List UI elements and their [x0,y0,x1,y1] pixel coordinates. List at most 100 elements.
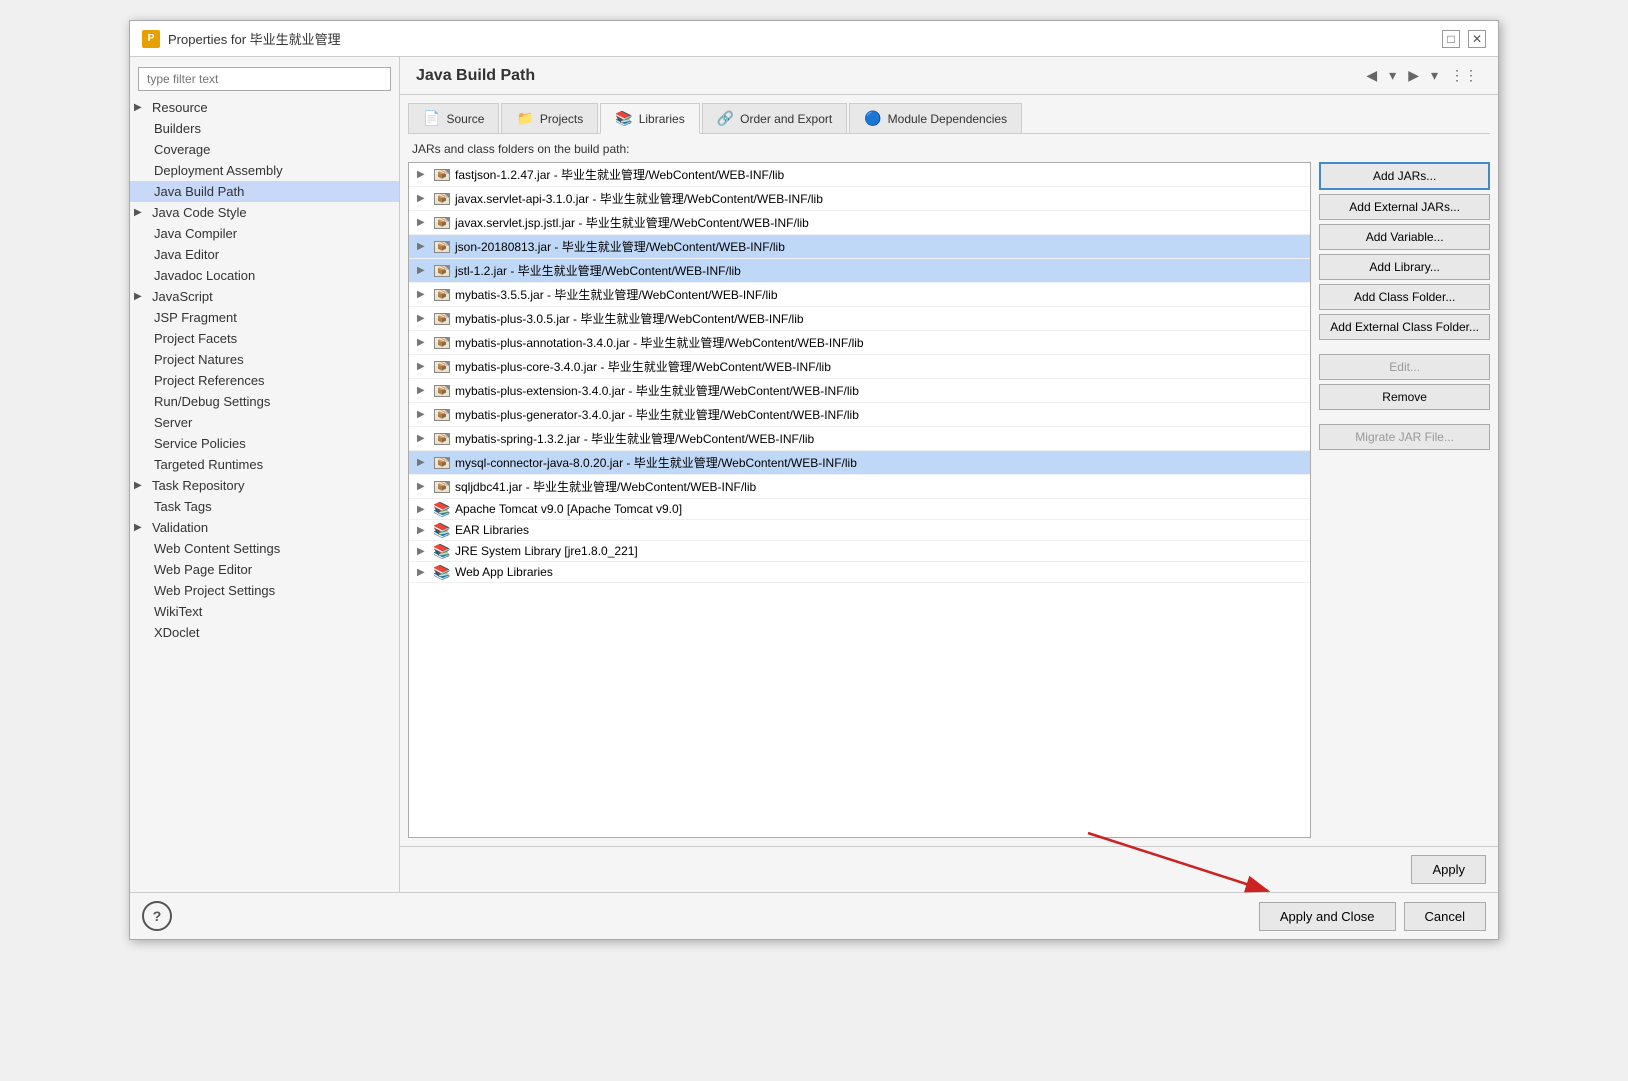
tab-module-dependencies[interactable]: 🔵 Module Dependencies [849,103,1022,133]
jar-list-item[interactable]: ▶📚Web App Libraries [409,562,1310,583]
jar-list-item[interactable]: ▶📦mysql-connector-java-8.0.20.jar - 毕业生就… [409,451,1310,475]
jar-item-label: jstl-1.2.jar - 毕业生就业管理/WebContent/WEB-IN… [455,262,741,279]
add-class-folder-button[interactable]: Add Class Folder... [1319,284,1490,310]
sidebar-item-label: Run/Debug Settings [154,394,270,409]
apply-button[interactable]: Apply [1411,855,1486,884]
jar-icon: 📦 [433,456,451,470]
jar-list-item[interactable]: ▶📦jstl-1.2.jar - 毕业生就业管理/WebContent/WEB-… [409,259,1310,283]
jar-list-item[interactable]: ▶📦mybatis-plus-extension-3.4.0.jar - 毕业生… [409,379,1310,403]
jar-list-item[interactable]: ▶📦json-20180813.jar - 毕业生就业管理/WebContent… [409,235,1310,259]
jar-list-item[interactable]: ▶📚JRE System Library [jre1.8.0_221] [409,541,1310,562]
sidebar-item-label: Java Editor [154,247,219,262]
close-button[interactable]: ✕ [1468,30,1486,48]
jar-list-item[interactable]: ▶📚Apache Tomcat v9.0 [Apache Tomcat v9.0… [409,499,1310,520]
sidebar-item-label: Java Compiler [154,226,237,241]
jar-list-item[interactable]: ▶📦mybatis-plus-3.0.5.jar - 毕业生就业管理/WebCo… [409,307,1310,331]
migrate-jar-file-button[interactable]: Migrate JAR File... [1319,424,1490,450]
jar-item-label: javax.servlet-api-3.1.0.jar - 毕业生就业管理/We… [455,190,823,207]
sidebar-item-web-content-settings[interactable]: Web Content Settings [130,538,399,559]
sidebar-item-javadoc-location[interactable]: Javadoc Location [130,265,399,286]
nav-back-button[interactable]: ◀ [1362,65,1381,86]
sidebar-item-builders[interactable]: Builders [130,118,399,139]
jar-list-item[interactable]: ▶📦fastjson-1.2.47.jar - 毕业生就业管理/WebConte… [409,163,1310,187]
sidebar-item-xdoclet[interactable]: XDoclet [130,622,399,643]
expand-arrow: ▶ [417,313,429,324]
jar-list[interactable]: ▶ 📦 fastjson-1.2.47.jar - 毕业生就业管理/WebConte… [408,162,1311,838]
sidebar-item-wikitext[interactable]: WikiText [130,601,399,622]
tab-source[interactable]: 📄 Source [408,103,499,133]
help-button[interactable]: ? [142,901,172,931]
right-buttons-panel: Add JARs... Add External JARs... Add Var… [1319,162,1490,838]
sidebar-item-validation[interactable]: ▶ Validation [130,517,399,538]
sidebar-item-java-code-style[interactable]: ▶ Java Code Style [130,202,399,223]
sidebar-item-run-debug-settings[interactable]: Run/Debug Settings [130,391,399,412]
jar-icon: 📦 [433,432,451,446]
jar-list-item[interactable]: ▶📦sqljdbc41.jar - 毕业生就业管理/WebContent/WEB… [409,475,1310,499]
apply-and-close-button[interactable]: Apply and Close [1259,902,1396,931]
sidebar-item-web-project-settings[interactable]: Web Project Settings [130,580,399,601]
panel-header: Java Build Path ◀ ▾ ▶ ▾ ⋮⋮ [400,57,1498,95]
sidebar-item-jsp-fragment[interactable]: JSP Fragment [130,307,399,328]
jar-list-item[interactable]: ▶ 📦 mybatis-3.5.5.jar - 毕业生就业管理/WebContent… [409,283,1310,307]
sidebar-item-label: Javadoc Location [154,268,255,283]
expand-arrow: ▶ [417,337,429,348]
sidebar-item-label: Server [154,415,192,430]
tab-libraries[interactable]: 📚 Libraries [600,103,699,134]
jar-item-label: javax.servlet.jsp.jstl.jar - 毕业生就业管理/Web… [455,214,809,231]
tabs-bar: 📄 Source 📁 Projects 📚 Libraries 🔗 Order … [408,103,1490,134]
sidebar-item-service-policies[interactable]: Service Policies [130,433,399,454]
sidebar-item-coverage[interactable]: Coverage [130,139,399,160]
expand-arrow: ▶ [417,289,429,300]
jar-list-item[interactable]: ▶📦mybatis-spring-1.3.2.jar - 毕业生就业管理/Web… [409,427,1310,451]
sidebar-item-targeted-runtimes[interactable]: Targeted Runtimes [130,454,399,475]
remove-button[interactable]: Remove [1319,384,1490,410]
sidebar-item-task-repository[interactable]: ▶ Task Repository [130,475,399,496]
jar-item-label: mybatis-3.5.5.jar - 毕业生就业管理/WebContent/W… [455,286,778,303]
jar-icon: 📦 [433,408,451,422]
add-jars-button[interactable]: Add JARs... [1319,162,1490,190]
jar-item-label: mybatis-plus-generator-3.4.0.jar - 毕业生就业… [455,406,859,423]
sidebar-item-resource[interactable]: ▶ Resource [130,97,399,118]
jar-item-label: fastjson-1.2.47.jar - 毕业生就业管理/WebContent… [455,166,784,183]
nav-menu-button[interactable]: ⋮⋮ [1446,65,1482,86]
expand-arrow: ▶ [417,193,429,204]
sidebar-item-server[interactable]: Server [130,412,399,433]
jar-icon: 📦 [433,288,451,302]
sidebar-item-java-compiler[interactable]: Java Compiler [130,223,399,244]
nav-forward-button[interactable]: ▶ [1404,65,1423,86]
add-external-jars-button[interactable]: Add External JARs... [1319,194,1490,220]
expand-arrow: ▶ [417,525,429,536]
edit-button[interactable]: Edit... [1319,354,1490,380]
jar-list-item[interactable]: ▶📦javax.servlet.jsp.jstl.jar - 毕业生就业管理/W… [409,211,1310,235]
sidebar-item-project-references[interactable]: Project References [130,370,399,391]
add-variable-button[interactable]: Add Variable... [1319,224,1490,250]
jar-list-item[interactable]: ▶📚EAR Libraries [409,520,1310,541]
sidebar-item-project-facets[interactable]: Project Facets [130,328,399,349]
sidebar-item-web-page-editor[interactable]: Web Page Editor [130,559,399,580]
sidebar-item-deployment-assembly[interactable]: Deployment Assembly [130,160,399,181]
nav-forward-dropdown[interactable]: ▾ [1427,65,1442,86]
jar-list-item[interactable]: ▶📦mybatis-plus-core-3.4.0.jar - 毕业生就业管理/… [409,355,1310,379]
tab-label: Libraries [639,112,685,126]
sidebar-item-java-build-path[interactable]: Java Build Path [130,181,399,202]
jar-list-item[interactable]: ▶📦mybatis-plus-generator-3.4.0.jar - 毕业生… [409,403,1310,427]
sidebar-item-label: Targeted Runtimes [154,457,263,472]
sidebar-item-label: Coverage [154,142,210,157]
sidebar-item-javascript[interactable]: ▶ JavaScript [130,286,399,307]
sidebar-item-java-editor[interactable]: Java Editor [130,244,399,265]
sidebar-item-task-tags[interactable]: Task Tags [130,496,399,517]
jar-list-item[interactable]: ▶📦javax.servlet-api-3.1.0.jar - 毕业生就业管理/… [409,187,1310,211]
sidebar-item-label: Service Policies [154,436,246,451]
nav-back-dropdown[interactable]: ▾ [1385,65,1400,86]
sidebar-item-project-natures[interactable]: Project Natures [130,349,399,370]
filter-input[interactable] [138,67,391,91]
lib-icon: 📚 [433,565,451,579]
tab-order-export[interactable]: 🔗 Order and Export [702,103,847,133]
cancel-button[interactable]: Cancel [1404,902,1486,931]
sidebar-item-label: Project References [154,373,265,388]
add-external-class-folder-button[interactable]: Add External Class Folder... [1319,314,1490,340]
tab-projects[interactable]: 📁 Projects [501,103,598,133]
jar-list-item[interactable]: ▶📦mybatis-plus-annotation-3.4.0.jar - 毕业… [409,331,1310,355]
maximize-button[interactable]: □ [1442,30,1460,48]
add-library-button[interactable]: Add Library... [1319,254,1490,280]
